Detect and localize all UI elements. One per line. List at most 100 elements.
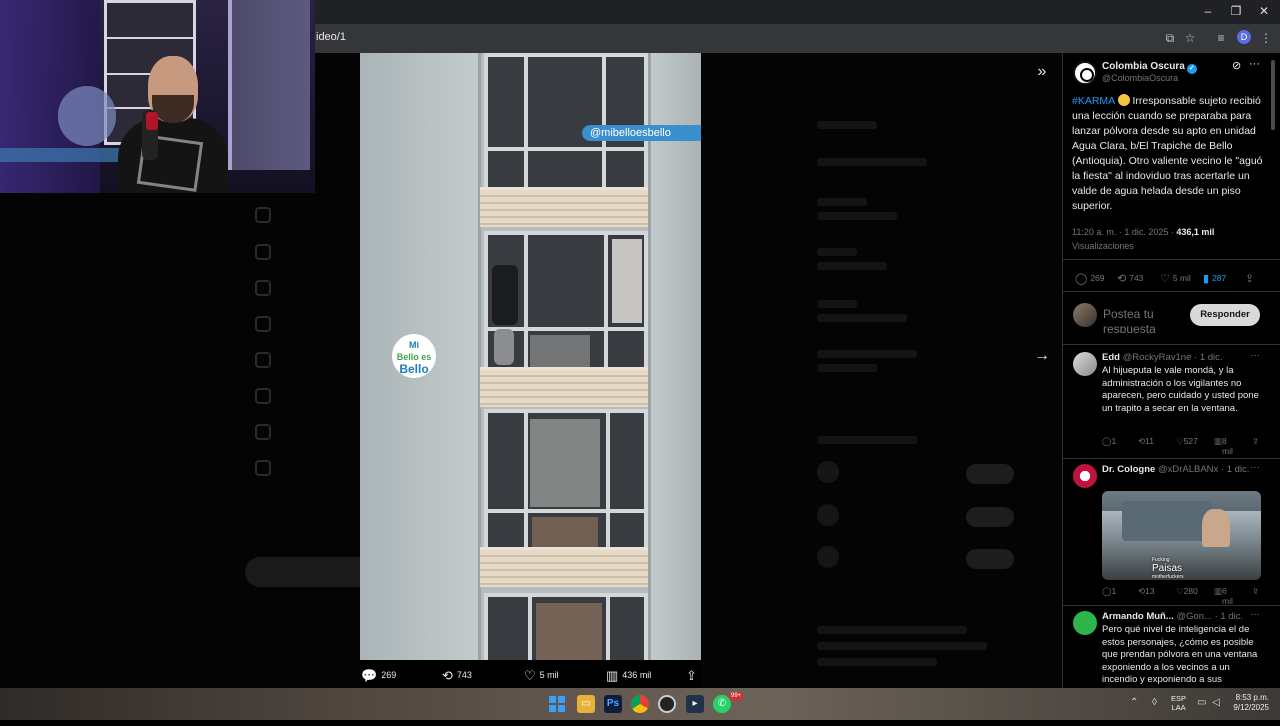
windows-taskbar: ▭ Ps ▸ ✆ 99+ ⌃ ◊ ESP LAA ▭ ◁ 8:53 p.m. 9/1…	[0, 688, 1280, 720]
share-action[interactable]: ⇪	[1245, 272, 1257, 285]
logo-line: Bello	[396, 352, 419, 362]
video-like-button[interactable]: ♡ 5 mil	[524, 668, 559, 683]
repost-action[interactable]: ⟲ 743	[1117, 272, 1143, 285]
author-avatar[interactable]	[1073, 61, 1097, 85]
reply-author[interactable]: Dr. Cologne @xDrALBANx · 1 dic.	[1102, 464, 1252, 475]
system-clock[interactable]: 8:53 p.m. 9/12/2025	[1225, 693, 1269, 713]
chart-icon: ▥	[606, 668, 619, 683]
reply-avatar[interactable]	[1073, 464, 1097, 488]
video-reply-button[interactable]: 💬 269	[361, 668, 397, 683]
tweet-body-text: Irresponsable sujeto recibió una lección…	[1072, 95, 1266, 212]
reply-avatar[interactable]	[1073, 352, 1097, 376]
share-icon[interactable]: ⇪	[1252, 586, 1259, 597]
reply-author-name: Armando Muñ...	[1102, 611, 1174, 622]
video-views-button[interactable]: ▥ 436 mil	[606, 668, 652, 683]
tray-chevron-icon[interactable]: ⌃	[1130, 697, 1138, 708]
reply-input[interactable]: Postea tu respuesta	[1103, 307, 1183, 333]
browser-menu-icon[interactable]: ⋮	[1258, 30, 1274, 46]
reply-reply-count[interactable]: ◯ 1	[1102, 436, 1116, 447]
reply-text: Al hijueputa le vale mondá, y la adminis…	[1102, 365, 1259, 414]
media-controls-icon[interactable]: ≡	[1213, 30, 1229, 46]
terminal-icon[interactable]: ▸	[686, 695, 704, 713]
reply-views-count[interactable]: ▥ 8 mil	[1214, 436, 1233, 456]
video-repost-button[interactable]: ⟲ 743	[442, 668, 472, 683]
reply-avatar[interactable]	[1073, 611, 1097, 635]
language-indicator[interactable]: ESP LAA	[1171, 694, 1186, 712]
photoshop-icon[interactable]: Ps	[604, 695, 622, 713]
reply-item[interactable]: Armando Muñ... @Gon... · 1 dic. ··· Pero…	[1063, 605, 1280, 688]
reply-like-count[interactable]: ♡ 280	[1176, 586, 1198, 597]
video-share-button[interactable]: ⇪	[686, 668, 701, 683]
streamer-webcam	[0, 0, 315, 193]
channel-logo: Mi Bello es Bello	[392, 334, 436, 378]
reply-count: 1	[1111, 586, 1117, 596]
reply-media[interactable]: Fucking Paisas motherfuckers	[1102, 491, 1261, 580]
reply-action[interactable]: ◯ 269	[1075, 272, 1105, 285]
bookmark-action[interactable]: ▮ 287	[1203, 272, 1226, 285]
tweet-timestamp[interactable]: 11:20 a. m. · 1 dic. 2025 ·	[1072, 227, 1176, 237]
notification-badge: 99+	[729, 692, 744, 701]
collapse-panel-icon[interactable]: »	[1032, 62, 1052, 82]
start-button[interactable]	[549, 696, 565, 712]
tweet-detail-panel: Colombia Oscura ✓ @ColombiaOscura ⊘ ··· #…	[1062, 53, 1280, 688]
reply-item[interactable]: Edd @RockyRav1ne · 1 dic. ··· Al hijuepu…	[1063, 346, 1280, 456]
network-icon[interactable]: ▭	[1197, 697, 1206, 708]
reply-author[interactable]: Armando Muñ... @Gon... · 1 dic.	[1102, 611, 1252, 622]
ghost-right-column	[803, 106, 1028, 726]
reply-count: 269	[381, 670, 397, 680]
maximize-button[interactable]: ❐	[1222, 2, 1250, 20]
reply-author[interactable]: Edd @RockyRav1ne · 1 dic.	[1102, 352, 1252, 363]
profile-avatar[interactable]: D	[1237, 30, 1251, 44]
reply-views-count[interactable]: ▥ 6 mil	[1214, 586, 1233, 606]
grok-icon[interactable]: ⊘	[1232, 59, 1244, 72]
like-action[interactable]: ♡ 5 mil	[1160, 272, 1191, 285]
reply-icon: 💬	[361, 668, 378, 683]
reply-author-handle: @xDrALBANx · 1 dic.	[1157, 464, 1250, 475]
bookmark-count: 287	[1212, 273, 1227, 283]
share-icon[interactable]: ⇪	[1252, 436, 1259, 447]
hashtag-link[interactable]: #KARMA	[1072, 95, 1115, 107]
panel-scrollbar[interactable]	[1271, 60, 1275, 130]
reply-reply-count[interactable]: ◯ 1	[1102, 586, 1116, 597]
reply-author-name: Edd	[1102, 352, 1120, 363]
reply-repost-count[interactable]: ⟲ 11	[1138, 436, 1154, 447]
volume-icon[interactable]: ◁	[1212, 697, 1220, 708]
more-options-icon[interactable]: ···	[1250, 350, 1260, 361]
close-button[interactable]: ✕	[1250, 2, 1278, 20]
views-count: 436 mil	[622, 670, 652, 680]
bookmark-star-icon[interactable]: ☆	[1182, 30, 1198, 46]
url-text[interactable]: ideo/1	[316, 31, 346, 43]
reply-button[interactable]: Responder	[1190, 304, 1260, 326]
video-action-bar: 💬 269 ⟲ 743 ♡ 5 mil ▥ 436 mil ⇪	[360, 660, 701, 688]
tweet-meta: 11:20 a. m. · 1 dic. 2025 · 436,1 mil Vis…	[1072, 225, 1272, 253]
minimize-button[interactable]: –	[1194, 2, 1222, 20]
current-user-avatar	[1073, 303, 1097, 327]
reply-author-handle: @Gon... · 1 dic.	[1176, 611, 1244, 622]
author-handle[interactable]: @ColombiaOscura	[1102, 73, 1178, 83]
repost-count: 11	[1145, 436, 1154, 446]
repost-count: 13	[1145, 586, 1155, 596]
tweet-views-count: 436,1 mil	[1176, 227, 1215, 237]
lang-top: ESP	[1171, 694, 1187, 703]
tweet-video[interactable]: @mibelloesbello Mi Bello es Bello	[360, 53, 701, 660]
tray-mic-icon[interactable]: ◊	[1152, 697, 1157, 708]
next-media-icon[interactable]: →	[1032, 346, 1052, 366]
more-options-icon[interactable]: ···	[1250, 462, 1260, 473]
obs-icon[interactable]	[658, 695, 676, 713]
more-options-icon[interactable]: ···	[1250, 609, 1260, 620]
file-explorer-icon[interactable]: ▭	[577, 695, 595, 713]
reply-repost-count[interactable]: ⟲ 13	[1138, 586, 1155, 597]
more-options-icon[interactable]: ···	[1249, 58, 1260, 70]
install-app-icon[interactable]: ⧉	[1162, 30, 1178, 46]
logo-line: Mi	[409, 340, 419, 350]
bookmark-icon: ▮	[1203, 273, 1210, 285]
share-icon: ⇪	[1245, 273, 1255, 285]
reply-like-count[interactable]: ♡ 527	[1176, 436, 1198, 447]
author-name-text: Colombia Oscura	[1102, 61, 1185, 72]
chrome-icon[interactable]	[631, 695, 649, 713]
heart-icon: ♡	[1160, 273, 1170, 285]
reply-count: 1	[1111, 436, 1117, 446]
repost-count: 743	[1129, 273, 1144, 283]
reply-item[interactable]: Dr. Cologne @xDrALBANx · 1 dic. ··· Fuck…	[1063, 458, 1280, 606]
reply-text: Pero qué nivel de inteligencia el de est…	[1102, 624, 1258, 685]
